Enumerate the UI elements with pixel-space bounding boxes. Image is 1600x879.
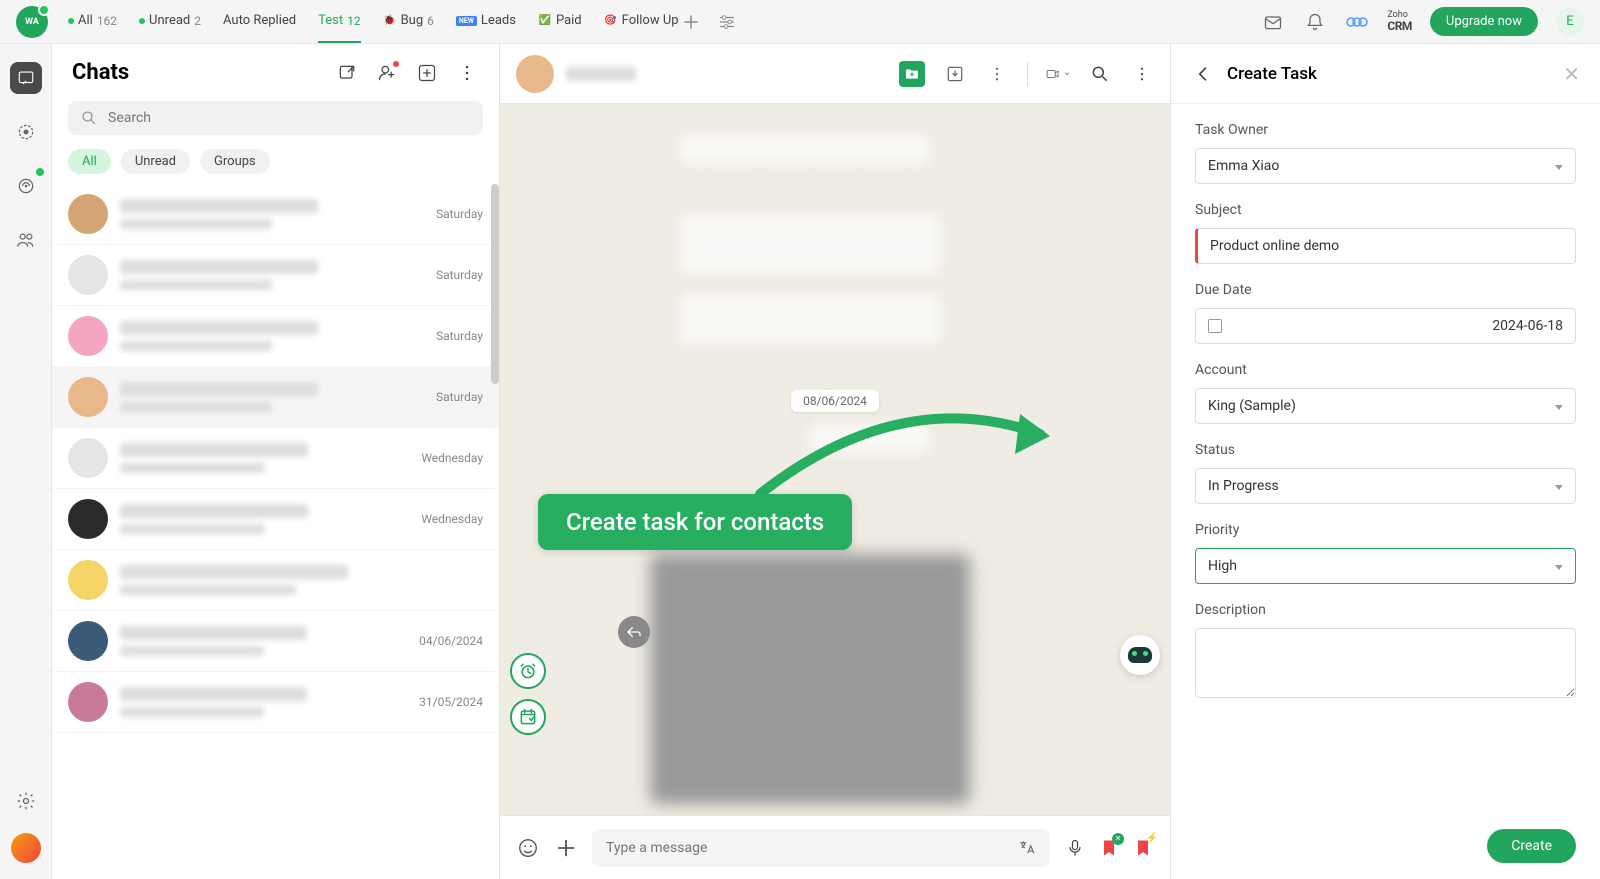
conversation-header — [500, 44, 1170, 104]
video-call-button[interactable] — [1046, 62, 1070, 86]
conversation-body: 08/06/2024 Create task for contacts — [500, 104, 1170, 815]
chat-item[interactable]: 31/05/2024 — [52, 672, 499, 733]
chat-item[interactable]: Wednesday — [52, 489, 499, 550]
chat-item[interactable]: Saturday — [52, 184, 499, 245]
rail-channels[interactable] — [10, 170, 42, 202]
mic-icon[interactable] — [1064, 837, 1086, 859]
calendar-icon — [1208, 319, 1222, 333]
add-to-folder-button[interactable] — [899, 61, 925, 87]
create-task-panel: Create Task ✕ Task Owner Emma Xiao Subje… — [1170, 44, 1600, 879]
app-logo[interactable]: WA — [16, 6, 48, 38]
message-input[interactable] — [606, 840, 1018, 856]
inbox-icon[interactable] — [1261, 10, 1285, 34]
due-date-label: Due Date — [1195, 282, 1576, 298]
chat-item[interactable]: Saturday — [52, 306, 499, 367]
message-input-wrapper[interactable] — [592, 829, 1050, 867]
zoho-crm-label[interactable]: ZohoCRM — [1387, 11, 1412, 33]
status-select[interactable]: In Progress — [1195, 468, 1576, 504]
date-separator: 08/06/2024 — [791, 390, 879, 412]
priority-label: Priority — [1195, 522, 1576, 538]
top-bar: WA All162 Unread2 Auto Replied Test12 🐞Bug6 N… — [0, 0, 1600, 44]
chats-title: Chats — [72, 60, 129, 85]
add-contact-icon[interactable] — [375, 61, 399, 85]
upgrade-button[interactable]: Upgrade now — [1430, 7, 1538, 36]
filter-tabs: All162 Unread2 Auto Replied Test12 🐞Bug6 NEWL… — [68, 0, 679, 43]
subject-input[interactable]: Product online demo — [1195, 228, 1576, 264]
settings-icon[interactable] — [10, 785, 42, 817]
conversation-more-icon[interactable] — [1130, 62, 1154, 86]
filter-tab-auto-replied[interactable]: Auto Replied — [223, 0, 296, 43]
emoji-icon[interactable] — [516, 836, 540, 860]
panel-title: Create Task — [1227, 64, 1551, 84]
media-message[interactable] — [650, 554, 970, 804]
header-more-icon[interactable] — [985, 62, 1009, 86]
bookmark-alert-icon[interactable]: ✕ — [1098, 837, 1120, 859]
forward-icon[interactable] — [618, 616, 650, 648]
filter-tab-test[interactable]: Test12 — [318, 0, 360, 43]
due-date-input[interactable]: 2024-06-18 — [1195, 308, 1576, 344]
search-input[interactable] — [108, 110, 471, 126]
filter-settings-icon[interactable] — [715, 10, 739, 34]
search-bar[interactable] — [68, 101, 483, 135]
chat-items: SaturdaySaturdaySaturdaySaturdayWednesda… — [52, 184, 499, 879]
integration-chain-icon[interactable] — [1345, 10, 1369, 34]
filter-tab-follow-up[interactable]: 🎯Follow Up — [604, 0, 679, 43]
add-tab-button[interactable] — [679, 10, 703, 34]
back-arrow-icon[interactable] — [1191, 62, 1215, 86]
contact-avatar[interactable] — [516, 55, 554, 93]
account-select[interactable]: King (Sample) — [1195, 388, 1576, 424]
task-owner-label: Task Owner — [1195, 122, 1576, 138]
chat-item[interactable] — [52, 550, 499, 611]
download-icon[interactable] — [943, 62, 967, 86]
translate-icon[interactable] — [1018, 839, 1036, 857]
filter-tab-all[interactable]: All162 — [68, 0, 117, 43]
search-conversation-icon[interactable] — [1088, 62, 1112, 86]
scrollbar[interactable] — [491, 184, 499, 384]
subject-label: Subject — [1195, 202, 1576, 218]
rail-user-avatar[interactable] — [11, 833, 41, 863]
bell-icon[interactable] — [1303, 10, 1327, 34]
top-actions: ZohoCRM Upgrade now E — [1261, 7, 1584, 36]
filter-pill-all[interactable]: All — [68, 149, 111, 174]
user-avatar[interactable]: E — [1556, 8, 1584, 36]
filter-pill-unread[interactable]: Unread — [121, 149, 190, 174]
priority-select[interactable]: High — [1195, 548, 1576, 584]
chat-item[interactable]: Saturday — [52, 367, 499, 428]
new-window-icon[interactable] — [335, 61, 359, 85]
chat-item[interactable]: Saturday — [52, 245, 499, 306]
new-chat-icon[interactable] — [415, 61, 439, 85]
reminder-button[interactable] — [510, 653, 546, 689]
bot-assistant-button[interactable] — [1120, 635, 1160, 675]
rail-contacts[interactable] — [10, 224, 42, 256]
filter-pill-groups[interactable]: Groups — [200, 149, 270, 174]
task-owner-select[interactable]: Emma Xiao — [1195, 148, 1576, 184]
attach-icon[interactable] — [554, 836, 578, 860]
filter-tab-paid[interactable]: ✅Paid — [538, 0, 582, 43]
filter-tab-unread[interactable]: Unread2 — [139, 0, 201, 43]
description-textarea[interactable] — [1195, 628, 1576, 698]
create-button[interactable]: Create — [1487, 829, 1576, 863]
more-menu-icon[interactable] — [455, 61, 479, 85]
status-label: Status — [1195, 442, 1576, 458]
filter-tab-bug[interactable]: 🐞Bug6 — [383, 0, 434, 43]
rail-status[interactable] — [10, 116, 42, 148]
message-composer: ✕ ⚡ — [500, 815, 1170, 879]
overlay-annotation: Create task for contacts — [538, 494, 852, 550]
search-icon — [80, 109, 98, 127]
chat-filters: All Unread Groups — [52, 143, 499, 184]
description-label: Description — [1195, 602, 1576, 618]
close-icon[interactable]: ✕ — [1563, 62, 1580, 86]
contact-name — [566, 67, 636, 81]
left-rail — [0, 44, 52, 879]
filter-tab-leads[interactable]: NEWLeads — [456, 0, 516, 43]
account-label: Account — [1195, 362, 1576, 378]
chat-item[interactable]: Wednesday — [52, 428, 499, 489]
chat-list-panel: Chats All Unread Groups — [52, 44, 500, 879]
bookmark-energy-icon[interactable]: ⚡ — [1132, 837, 1154, 859]
schedule-button[interactable] — [510, 699, 546, 735]
rail-chats[interactable] — [10, 62, 42, 94]
chat-item[interactable]: 04/06/2024 — [52, 611, 499, 672]
conversation-panel: 08/06/2024 Create task for contacts — [500, 44, 1170, 879]
